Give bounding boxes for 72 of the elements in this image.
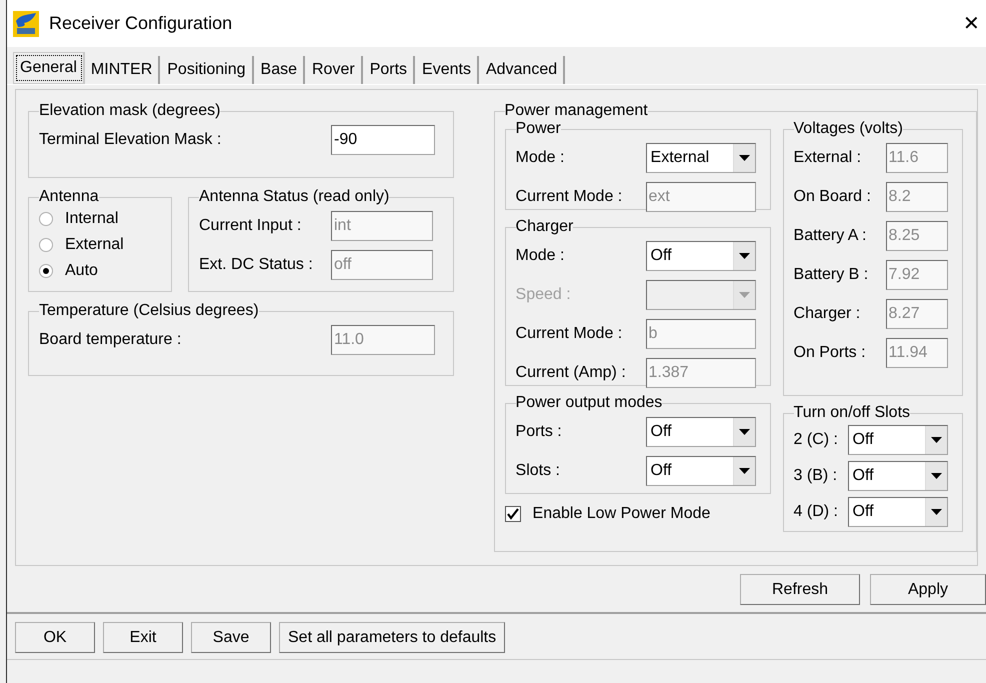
field-label: External : xyxy=(794,148,862,168)
field-label: Current Input : xyxy=(199,216,302,236)
caret-icon xyxy=(924,426,947,454)
push-button[interactable]: Apply xyxy=(870,574,986,605)
caret-icon xyxy=(732,280,755,308)
group-title: Charger xyxy=(516,218,574,236)
field-label: Mode : xyxy=(516,148,566,168)
field-label: Ext. DC Status : xyxy=(199,254,314,274)
field-label: Board temperature : xyxy=(39,330,182,350)
group-title: Power output modes xyxy=(516,394,662,412)
tab[interactable]: General xyxy=(13,52,85,84)
push-button[interactable]: Set all parameters to defaults xyxy=(279,622,506,653)
window-title: Receiver Configuration xyxy=(49,12,232,35)
field-label: 3 (B) : xyxy=(794,466,838,486)
tab[interactable]: Advanced xyxy=(480,56,566,84)
dropdown[interactable]: Off xyxy=(646,240,756,270)
field-label: 4 (D) : xyxy=(794,502,839,522)
dropdown[interactable]: External xyxy=(646,142,756,172)
radio-button[interactable] xyxy=(39,264,53,278)
field-label: Current Mode : xyxy=(516,324,624,344)
close-button[interactable]: ✕ xyxy=(963,8,980,38)
field-label: Mode : xyxy=(516,246,566,266)
tab[interactable]: Rover xyxy=(306,56,363,84)
dropdown[interactable]: Off xyxy=(848,497,948,527)
field-label: On Ports : xyxy=(794,342,867,362)
field-label: Battery A : xyxy=(794,226,868,246)
group-title: Power management xyxy=(504,102,648,120)
dropdown[interactable]: Off xyxy=(646,416,756,446)
tab[interactable]: Base xyxy=(254,56,305,84)
tab[interactable]: Positioning xyxy=(161,56,254,84)
radio-label: Auto xyxy=(65,261,98,281)
tab[interactable]: MINTER xyxy=(84,56,160,84)
group-title: Temperature (Celsius degrees) xyxy=(39,302,259,320)
group-title: Power xyxy=(516,120,561,138)
radio-button[interactable] xyxy=(39,212,53,226)
field-label: Terminal Elevation Mask : xyxy=(39,130,222,150)
field-label: Charger : xyxy=(794,304,862,324)
group-title: Antenna xyxy=(39,188,99,206)
group-title: Antenna Status (read only) xyxy=(199,188,390,206)
caret-icon xyxy=(924,498,947,526)
text-field[interactable]: -90 xyxy=(331,124,435,154)
caret-icon xyxy=(732,144,755,172)
field-label: Ports : xyxy=(516,422,563,442)
field-label: Slots : xyxy=(516,460,561,480)
radio-button[interactable] xyxy=(39,238,53,252)
radio-label: Internal xyxy=(65,209,118,229)
dropdown[interactable]: Off xyxy=(646,456,756,486)
checkbox-label: Enable Low Power Mode xyxy=(532,504,710,524)
push-button[interactable]: Exit xyxy=(103,622,183,653)
dropdown[interactable]: Off xyxy=(848,461,948,491)
caret-icon xyxy=(924,462,947,490)
group-title: Turn on/off Slots xyxy=(794,404,910,422)
push-button[interactable]: Save xyxy=(191,622,271,653)
group-title: Elevation mask (degrees) xyxy=(39,102,220,120)
field-label: Current Mode : xyxy=(516,186,624,206)
field-label: Battery B : xyxy=(794,264,870,284)
tab[interactable]: Events xyxy=(416,56,479,84)
field-label: Speed : xyxy=(516,284,572,304)
push-button[interactable]: OK xyxy=(15,622,95,653)
dropdown[interactable]: Off xyxy=(848,425,948,455)
checkbox[interactable] xyxy=(504,506,521,522)
caret-icon xyxy=(732,242,755,270)
radio-label: External xyxy=(65,235,124,255)
field-label: 2 (C) : xyxy=(794,430,839,450)
push-button[interactable]: Refresh xyxy=(740,574,860,605)
app-logo-icon xyxy=(13,10,39,36)
caret-icon xyxy=(732,418,755,446)
group-title: Voltages (volts) xyxy=(794,120,903,138)
tab[interactable]: Ports xyxy=(364,56,416,84)
caret-icon xyxy=(732,456,755,484)
field-label: On Board : xyxy=(794,186,872,206)
field-label: Current (Amp) : xyxy=(516,362,627,382)
